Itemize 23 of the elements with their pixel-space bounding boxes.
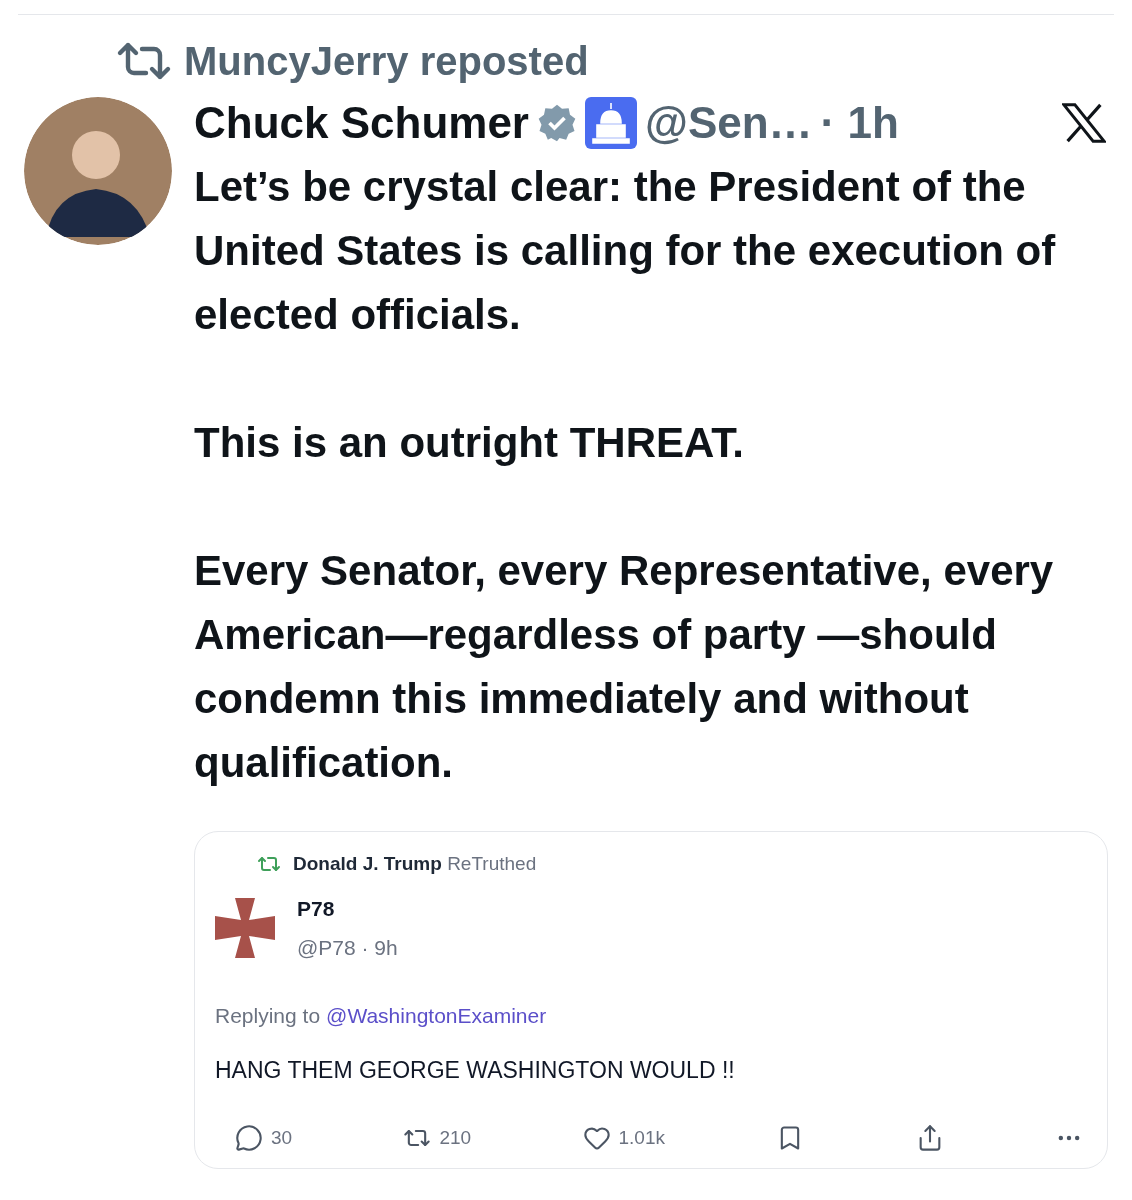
retruth-label: Donald J. Trump ReTruthed	[293, 852, 537, 876]
repost-label[interactable]: MuncyJerry reposted	[184, 37, 589, 85]
embedded-post-text: HANG THEM GEORGE WASHINGTON WOULD !!	[215, 1056, 736, 1085]
author-handle[interactable]: @Sen…	[645, 97, 813, 149]
action-count: 30	[271, 1125, 293, 1150]
author-name[interactable]: P78	[297, 892, 398, 924]
embedded-post-card[interactable]: Donald J. Trump ReTruthed P78 @P78 · 9h Replying to @WashingtonExaminer HANG THEM GEORGE WASHINGTON WOULD !! 30 210 1.01k	[194, 831, 1108, 1169]
repost-icon	[116, 41, 172, 81]
action-count: 210	[439, 1125, 472, 1150]
replying-label: Replying to	[215, 1002, 321, 1029]
avatar[interactable]	[24, 97, 172, 245]
post-text: Let’s be crystal clear: the President of the United States is calling for the execution of elected officials.	[194, 162, 1057, 340]
action-count: 1.01k	[618, 1125, 665, 1150]
author-name[interactable]: Chuck Schumer	[194, 97, 529, 149]
mention-link[interactable]: @WashingtonExaminer	[326, 999, 547, 1031]
x-logo-icon[interactable]	[1062, 103, 1106, 143]
post-time[interactable]: · 1h	[820, 97, 899, 149]
cross-avatar-icon[interactable]	[215, 898, 275, 958]
author-handle[interactable]: @P78 · 9h	[297, 932, 398, 964]
capitol-icon	[585, 97, 637, 149]
post-text: This is an outright THREAT.	[194, 418, 745, 468]
reply-icon[interactable]	[235, 1123, 263, 1152]
post-text: Every Senator, every Representative, every American—regardless of party —should condemn this immediately and without qualification.	[194, 546, 1055, 788]
